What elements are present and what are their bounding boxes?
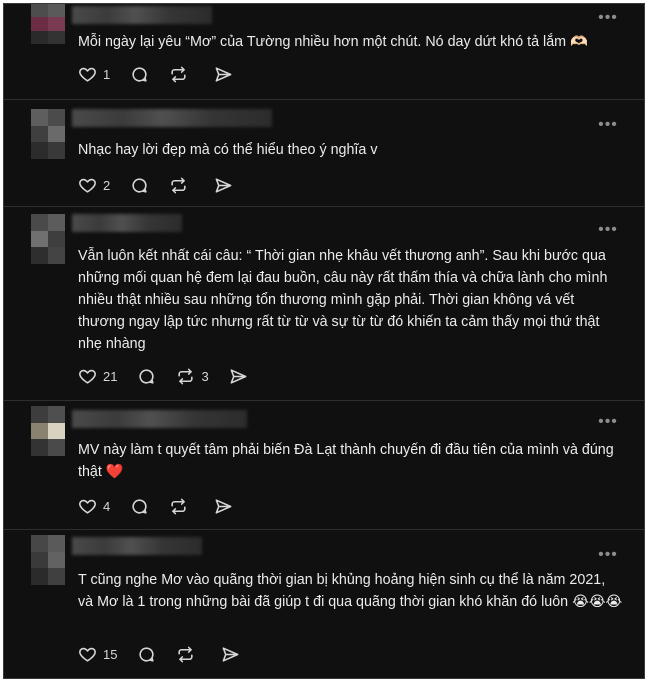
heart-icon	[79, 369, 96, 384]
avatar[interactable]	[31, 406, 65, 456]
comment-icon	[139, 646, 155, 662]
repost-button[interactable]	[169, 176, 194, 195]
repost-icon	[171, 66, 186, 82]
more-options-icon[interactable]: •••	[598, 414, 618, 430]
comment-icon	[132, 177, 147, 193]
reply-post: ••• Vẫn luôn kết nhất cái câu: “ Thời gi…	[4, 206, 644, 401]
reply-text: Vẫn luôn kết nhất cái câu: “ Thời gian n…	[78, 248, 608, 352]
comment-icon	[132, 498, 147, 514]
action-bar: 15	[78, 644, 260, 664]
avatar[interactable]	[31, 109, 65, 159]
share-button[interactable]	[214, 65, 233, 84]
action-bar: 2	[78, 175, 253, 195]
avatar[interactable]	[31, 535, 65, 585]
repost-button[interactable]	[169, 497, 194, 516]
reply-button[interactable]	[130, 176, 149, 195]
username-blurred[interactable]	[72, 537, 202, 555]
heart-icon	[79, 178, 96, 193]
action-bar: 4	[78, 496, 253, 516]
share-button[interactable]	[221, 645, 240, 664]
avatar[interactable]	[31, 4, 65, 44]
repost-button[interactable]	[176, 645, 201, 664]
like-count: 15	[103, 646, 118, 662]
share-button[interactable]	[214, 497, 233, 516]
share-icon	[215, 177, 232, 193]
reply-post: ••• T cũng nghe Mơ vào quãng thời gian b…	[4, 529, 644, 678]
reply-text: T cũng nghe Mơ vào quãng thời gian bị kh…	[78, 572, 623, 610]
more-options-icon[interactable]: •••	[598, 547, 618, 563]
action-bar: 1	[78, 64, 253, 84]
reply-text: Mỗi ngày lại yêu “Mơ” của Tường nhiều hơ…	[78, 34, 588, 50]
share-icon	[230, 368, 247, 384]
comment-icon	[132, 66, 147, 82]
reply-post: ••• Mỗi ngày lại yêu “Mơ” của Tường nhiề…	[4, 4, 644, 100]
like-button[interactable]: 4	[78, 497, 110, 516]
heart-icon	[79, 67, 96, 82]
share-button[interactable]	[214, 176, 233, 195]
more-options-icon[interactable]: •••	[598, 10, 618, 26]
username-blurred[interactable]	[72, 109, 272, 127]
threads-replies-panel: ••• Mỗi ngày lại yêu “Mơ” của Tường nhiề…	[3, 3, 645, 679]
reply-text: MV này làm t quyết tâm phải biến Đà Lạt …	[78, 442, 614, 480]
like-button[interactable]: 15	[78, 645, 117, 664]
reply-post: ••• MV này làm t quyết tâm phải biến Đà …	[4, 400, 644, 530]
username-blurred[interactable]	[72, 410, 247, 428]
repost-button[interactable]	[169, 65, 194, 84]
share-icon	[215, 66, 232, 82]
like-count: 4	[103, 498, 111, 514]
comment-icon	[139, 368, 155, 384]
like-count: 2	[103, 177, 111, 193]
repost-icon	[178, 646, 194, 662]
like-button[interactable]: 2	[78, 176, 110, 195]
reply-post: ••• Nhạc hay lời đẹp mà có thể hiểu theo…	[4, 99, 644, 207]
reply-button[interactable]	[137, 645, 156, 664]
like-count: 21	[103, 368, 118, 384]
more-options-icon[interactable]: •••	[598, 222, 618, 238]
like-button[interactable]: 21	[78, 367, 117, 386]
repost-icon	[178, 368, 194, 384]
username-blurred[interactable]	[72, 214, 182, 232]
reply-button[interactable]	[130, 497, 149, 516]
repost-count: 3	[201, 368, 209, 384]
avatar[interactable]	[31, 214, 65, 264]
share-icon	[223, 646, 239, 662]
username-blurred[interactable]	[72, 6, 212, 24]
share-icon	[215, 498, 232, 514]
repost-icon	[171, 498, 186, 514]
share-button[interactable]	[229, 367, 248, 386]
reply-text: Nhạc hay lời đẹp mà có thể hiểu theo ý n…	[78, 142, 378, 158]
reply-button[interactable]	[137, 367, 156, 386]
heart-icon	[79, 647, 96, 662]
like-button[interactable]: 1	[78, 65, 110, 84]
repost-icon	[171, 177, 186, 193]
action-bar: 21 3	[78, 366, 268, 386]
more-options-icon[interactable]: •••	[598, 117, 618, 133]
repost-button[interactable]: 3	[176, 367, 209, 386]
reply-button[interactable]	[130, 65, 149, 84]
like-count: 1	[103, 66, 111, 82]
heart-icon	[79, 499, 96, 514]
